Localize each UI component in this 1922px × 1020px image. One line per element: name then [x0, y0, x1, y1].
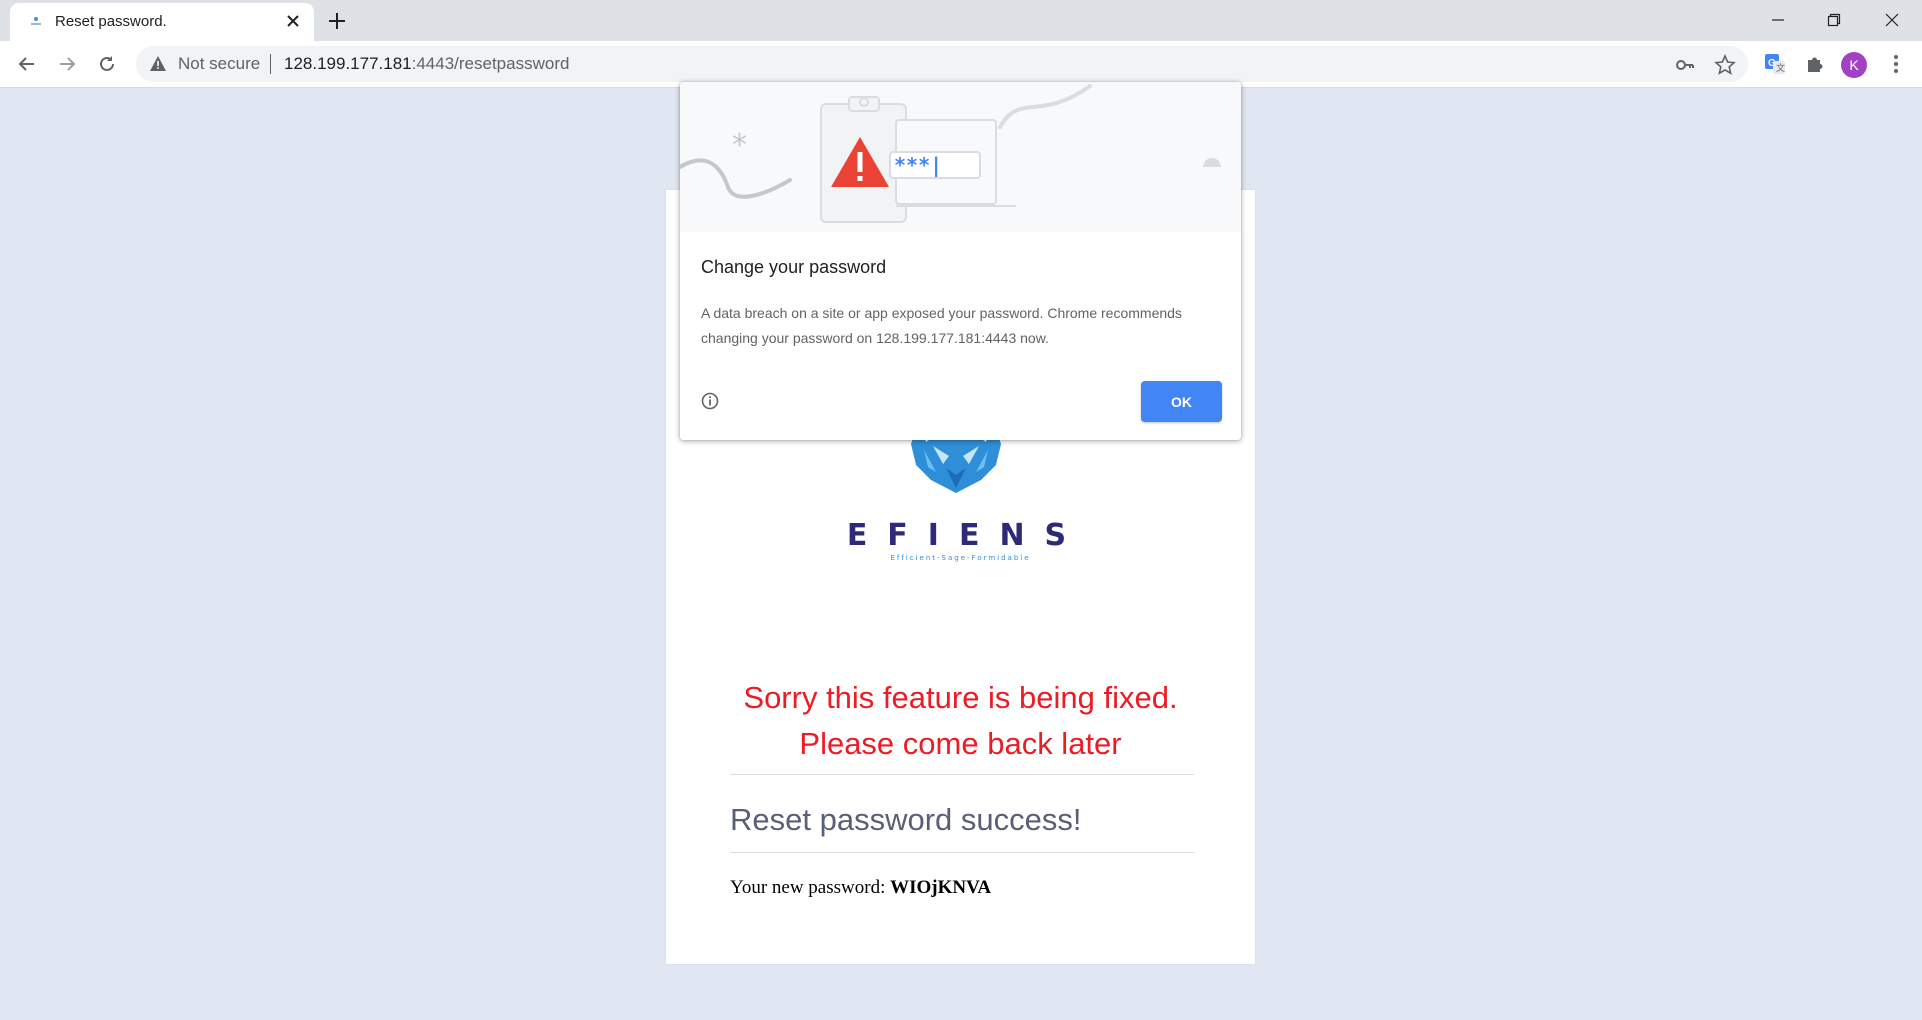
logo-wordmark: EFIENS	[846, 518, 1087, 553]
tab-reset-password[interactable]: Reset password.	[10, 3, 314, 41]
browser-toolbar: Not secure 128.199.177.181:4443/resetpas…	[0, 41, 1922, 88]
key-icon[interactable]	[1674, 54, 1696, 76]
tab-strip: Reset password.	[0, 0, 1922, 41]
new-password-line: Your new password: WIOjKNVA	[730, 877, 991, 899]
puzzle-piece-icon	[1808, 57, 1823, 72]
address-bar[interactable]: Not secure 128.199.177.181:4443/resetpas…	[136, 46, 1748, 82]
maintenance-line-2: Please come back later	[799, 726, 1122, 761]
dialog-title: Change your password	[701, 257, 887, 277]
info-icon[interactable]	[700, 391, 720, 411]
profile-avatar[interactable]: K	[1841, 52, 1867, 78]
bookmark-star-icon[interactable]	[1714, 54, 1736, 76]
reload-icon	[100, 56, 114, 71]
extensions-button[interactable]	[1802, 51, 1828, 77]
back-arrow-icon	[18, 57, 34, 71]
reload-button[interactable]	[92, 49, 122, 79]
ok-button[interactable]: OK	[1141, 381, 1222, 422]
warning-triangle-icon[interactable]	[150, 56, 166, 71]
restore-icon	[1827, 13, 1841, 27]
dialog-body-line-2: changing your password on 128.199.177.18…	[701, 330, 1049, 346]
svg-text:文: 文	[1776, 62, 1785, 74]
success-heading: Reset password success!	[730, 802, 1082, 837]
google-translate-icon: G 文	[1765, 54, 1785, 74]
tab-title: Reset password.	[55, 13, 167, 30]
url-text[interactable]: 128.199.177.181:4443/resetpassword	[284, 54, 569, 74]
close-tab-icon[interactable]	[282, 10, 304, 32]
maintenance-line-1: Sorry this feature is being fixed.	[743, 680, 1178, 715]
maintenance-message: Sorry this feature is being fixed. Pleas…	[666, 675, 1255, 767]
forward-button[interactable]	[52, 49, 82, 79]
new-password-value: WIOjKNVA	[890, 877, 992, 898]
forward-arrow-icon	[60, 57, 76, 71]
minimize-icon	[1772, 19, 1784, 21]
new-password-label: Your new password:	[730, 877, 886, 898]
url-path: :4443/resetpassword	[411, 54, 570, 73]
svg-text:*: *	[732, 128, 747, 163]
page-favicon-icon	[31, 17, 41, 25]
dialog-body: A data breach on a site or app exposed y…	[701, 301, 1221, 351]
close-window-button[interactable]	[1864, 0, 1920, 40]
translate-button[interactable]: G 文	[1762, 51, 1788, 77]
divider	[730, 852, 1194, 853]
dialog-body-line-1: A data breach on a site or app exposed y…	[701, 305, 1182, 321]
restore-button[interactable]	[1806, 0, 1862, 40]
kebab-menu-icon	[1894, 55, 1898, 73]
password-breach-dialog: * ***| Change your password A data breac…	[680, 82, 1241, 440]
divider	[730, 774, 1194, 775]
new-tab-icon[interactable]	[324, 8, 350, 34]
password-mask-text: ***|	[894, 153, 942, 177]
minimize-button[interactable]	[1750, 0, 1806, 40]
address-separator	[270, 54, 271, 74]
back-button[interactable]	[12, 49, 42, 79]
close-icon	[1885, 13, 1899, 27]
menu-button[interactable]	[1883, 51, 1909, 77]
logo-tagline: Efficient-Sage-Formidable	[890, 554, 1031, 562]
not-secure-label[interactable]: Not secure	[178, 54, 260, 74]
password-breach-illustration: * ***|	[680, 82, 1241, 232]
url-host: 128.199.177.181	[284, 54, 412, 73]
